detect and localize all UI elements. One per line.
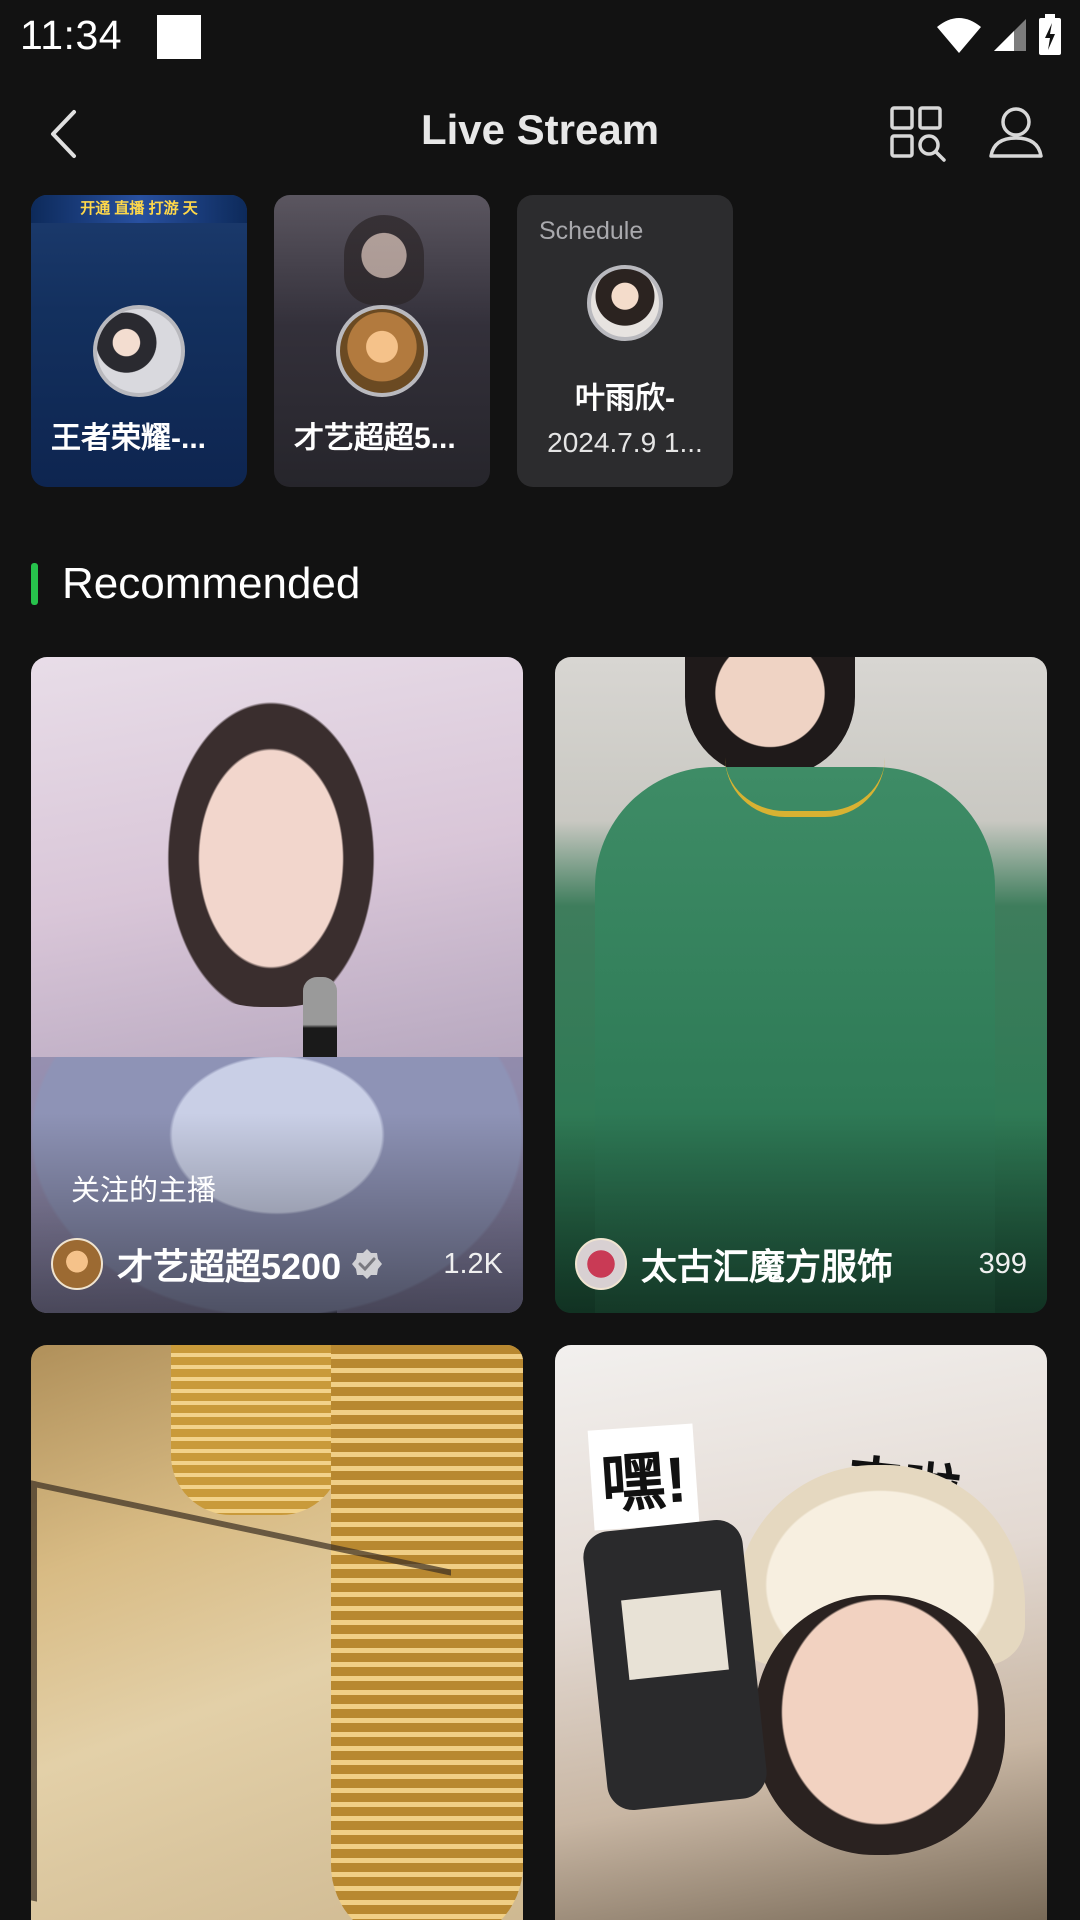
stream-tile[interactable]: 太古汇魔方服饰 399 bbox=[555, 657, 1047, 1313]
live-card[interactable]: 开通 直播 打游 天 王者荣耀-... bbox=[31, 195, 247, 487]
phone-label bbox=[621, 1589, 729, 1681]
schedule-name: 叶雨欣- bbox=[575, 382, 675, 415]
card-background bbox=[344, 215, 424, 305]
grid-search-icon bbox=[890, 106, 946, 162]
live-card-name: 王者荣耀-... bbox=[51, 422, 206, 455]
schedule-time: 2024.7.9 1... bbox=[547, 427, 703, 458]
streamer-name: 太古汇魔方服饰 bbox=[641, 1246, 894, 1287]
schedule-label: Schedule bbox=[539, 217, 644, 245]
avatar bbox=[93, 305, 185, 397]
live-banner: 开通 直播 打游 天 bbox=[31, 195, 247, 223]
followed-streamer-tag: 关注的主播 bbox=[71, 1175, 217, 1207]
coin-stack bbox=[171, 1345, 341, 1515]
viewer-count: 399 bbox=[978, 1247, 1027, 1280]
notification-icon bbox=[157, 15, 201, 59]
stream-tile[interactable]: 关注的主播 才艺超超5200 1.2K bbox=[31, 657, 523, 1313]
avatar bbox=[575, 1238, 627, 1290]
status-bar: 11:34 bbox=[0, 0, 1080, 76]
status-time: 11:34 bbox=[20, 12, 123, 58]
wifi-icon bbox=[937, 18, 981, 53]
scan-search-button[interactable] bbox=[888, 104, 948, 164]
streamer-name: 才艺超超5200 bbox=[117, 1246, 342, 1287]
streamer-photo bbox=[755, 1595, 1005, 1855]
tile-info: 太古汇魔方服饰 399 bbox=[575, 1237, 1027, 1291]
tile-info: 才艺超超5200 1.2K bbox=[51, 1237, 503, 1291]
viewer-count: 1.2K bbox=[443, 1247, 503, 1280]
section-header: Recommended bbox=[31, 556, 360, 612]
top-bar: Live Stream bbox=[0, 90, 1080, 176]
section-accent-bar bbox=[31, 563, 38, 605]
avatar bbox=[51, 1238, 103, 1290]
profile-button[interactable] bbox=[986, 102, 1046, 162]
live-now-row: 开通 直播 打游 天 王者荣耀-... 才艺超超5... Schedule 叶雨… bbox=[31, 195, 733, 487]
status-icons bbox=[936, 14, 1062, 56]
schedule-card[interactable]: Schedule 叶雨欣- 2024.7.9 1... bbox=[517, 195, 733, 487]
live-card[interactable]: 才艺超超5... bbox=[274, 195, 490, 487]
live-card-name: 才艺超超5... bbox=[294, 422, 456, 455]
avatar bbox=[587, 265, 663, 341]
signal-icon bbox=[994, 19, 1026, 51]
section-title: Recommended bbox=[62, 559, 361, 608]
battery-icon bbox=[1039, 14, 1061, 55]
stream-tile[interactable] bbox=[31, 1345, 523, 1920]
user-icon bbox=[989, 107, 1043, 158]
sticker-text: 嘿! bbox=[587, 1423, 700, 1531]
avatar bbox=[336, 305, 428, 397]
verified-icon bbox=[352, 1249, 383, 1279]
streamer-photo bbox=[151, 677, 391, 1007]
stream-tile[interactable]: 嘿! 来啦 bbox=[555, 1345, 1047, 1920]
